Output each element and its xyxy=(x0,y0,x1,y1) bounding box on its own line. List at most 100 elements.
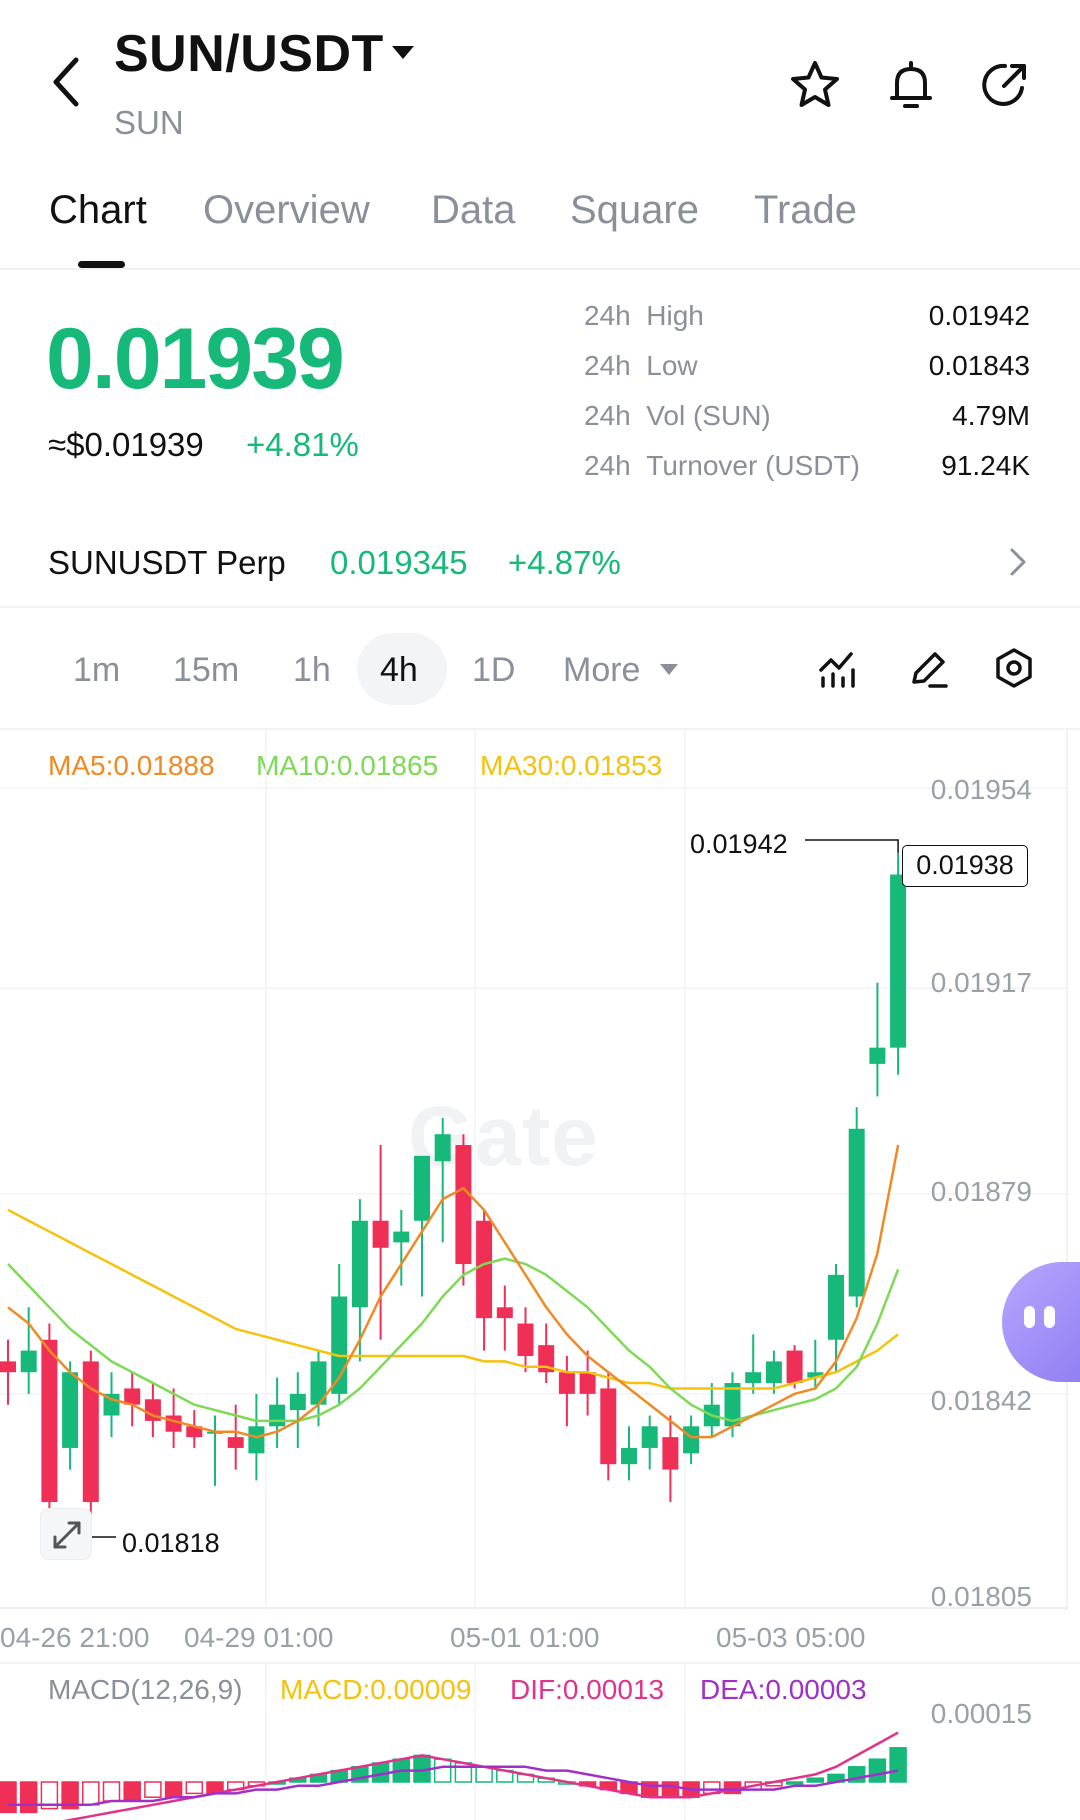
high-marker-label: 0.01942 xyxy=(690,829,788,859)
divider xyxy=(0,268,1080,270)
chevron-left-icon xyxy=(53,57,79,107)
stat-name: Vol (SUN) xyxy=(646,400,771,431)
bubble-eye xyxy=(1044,1306,1055,1328)
pencil-icon xyxy=(912,652,948,688)
ma30-line xyxy=(7,1208,899,1390)
interval-15m[interactable]: 15m xyxy=(173,651,239,690)
candle-body xyxy=(890,874,907,1048)
base-asset-label: SUN xyxy=(114,104,184,141)
interval-4h[interactable]: 4h xyxy=(380,651,418,690)
stat-label-vol: 24h Vol (SUN) xyxy=(584,400,771,432)
alert-button[interactable] xyxy=(884,58,938,112)
candle-body xyxy=(558,1372,575,1394)
bubble-eye xyxy=(1024,1306,1035,1328)
macd-bar xyxy=(433,1758,452,1783)
stat-name: Turnover (USDT) xyxy=(646,450,860,481)
candle-body xyxy=(455,1145,472,1265)
low-marker-label: 0.01818 xyxy=(122,1528,220,1558)
candle-body xyxy=(227,1437,244,1448)
stat-value-vol: 4.79M xyxy=(952,400,1030,431)
macd-bar xyxy=(19,1781,38,1814)
last-price: 0.01939 xyxy=(46,311,345,407)
expand-icon xyxy=(53,1521,81,1549)
x-tick-label: 04-26 21:00 xyxy=(0,1622,150,1653)
share-icon xyxy=(982,63,1026,106)
candle-body xyxy=(765,1361,782,1384)
active-tab-indicator xyxy=(78,261,125,268)
draw-button[interactable] xyxy=(906,646,950,690)
stat-value-low: 0.01843 xyxy=(928,350,1030,381)
candle-body xyxy=(600,1388,617,1465)
candle-body xyxy=(20,1350,37,1373)
macd-bar xyxy=(144,1781,162,1798)
y-tick-label: 0.01879 xyxy=(930,1176,1032,1207)
tab-trade[interactable]: Trade xyxy=(754,188,857,233)
candle-body xyxy=(848,1128,865,1297)
macd-bar xyxy=(661,1781,680,1798)
candle-body xyxy=(351,1220,368,1308)
gear-icon xyxy=(996,648,1032,688)
stat-value-turnover: 91.24K xyxy=(941,450,1030,481)
candle-body xyxy=(414,1155,430,1221)
favorite-button[interactable] xyxy=(788,58,842,112)
candle-body xyxy=(372,1220,389,1248)
interval-more[interactable]: More xyxy=(563,651,640,690)
interval-1d[interactable]: 1D xyxy=(472,651,515,690)
candle-body xyxy=(869,1047,886,1064)
tab-square[interactable]: Square xyxy=(570,188,699,233)
stat-period: 24h xyxy=(584,300,631,331)
y-tick-label: 0.01805 xyxy=(930,1581,1032,1612)
dif-line xyxy=(63,1731,899,1820)
candle-body xyxy=(579,1372,596,1394)
candle-body xyxy=(434,1134,451,1162)
candle-body xyxy=(683,1426,700,1454)
chevron-right-icon xyxy=(1006,544,1030,580)
x-tick-label: 05-03 05:00 xyxy=(716,1622,866,1653)
back-button[interactable] xyxy=(44,52,92,112)
stat-value-high: 0.01942 xyxy=(928,300,1030,331)
fullscreen-button[interactable] xyxy=(40,1508,92,1560)
stat-name: High xyxy=(646,300,704,331)
candle-body xyxy=(662,1437,679,1470)
tab-data[interactable]: Data xyxy=(431,188,516,233)
y-tick-label: 0.01842 xyxy=(930,1385,1032,1416)
tab-chart[interactable]: Chart xyxy=(49,188,147,233)
indicator-icon xyxy=(819,652,855,688)
candle-body xyxy=(0,1361,16,1373)
high-marker-line xyxy=(805,839,899,853)
stat-period: 24h xyxy=(584,450,631,481)
stat-period: 24h xyxy=(584,400,631,431)
candle-body xyxy=(641,1426,658,1448)
pair-selector[interactable]: SUN/USDT xyxy=(114,24,384,84)
candle-body xyxy=(828,1274,844,1340)
candle-body xyxy=(786,1350,803,1384)
stat-period: 24h xyxy=(584,350,631,381)
interval-1m[interactable]: 1m xyxy=(73,651,120,690)
indicator-button[interactable] xyxy=(817,646,861,690)
stat-label-low: 24h Low xyxy=(584,350,698,382)
perp-change: +4.87% xyxy=(508,544,621,581)
star-icon xyxy=(791,61,839,107)
macd-bar xyxy=(868,1758,887,1783)
stat-name: Low xyxy=(646,350,698,381)
candle-body xyxy=(248,1426,265,1454)
macd-chart[interactable] xyxy=(0,1664,1080,1820)
macd-bar xyxy=(806,1777,825,1783)
interval-1h[interactable]: 1h xyxy=(293,651,331,690)
dea-line xyxy=(8,1765,899,1807)
macd-bar xyxy=(82,1781,100,1806)
macd-bar xyxy=(889,1747,907,1783)
macd-bar xyxy=(785,1781,804,1785)
usd-price: ≈$0.01939 xyxy=(48,426,204,463)
tab-overview[interactable]: Overview xyxy=(203,188,370,233)
candle-body xyxy=(476,1220,493,1319)
caret-down-icon[interactable] xyxy=(392,46,414,59)
macd-bar xyxy=(0,1781,17,1814)
stat-label-turnover: 24h Turnover (USDT) xyxy=(584,450,860,482)
settings-button[interactable] xyxy=(992,646,1036,690)
divider xyxy=(0,606,1080,608)
macd-bar xyxy=(102,1781,121,1802)
share-button[interactable] xyxy=(978,58,1032,112)
current-price-tag[interactable]: 0.01938 xyxy=(902,845,1028,887)
caret-down-icon xyxy=(660,664,678,675)
